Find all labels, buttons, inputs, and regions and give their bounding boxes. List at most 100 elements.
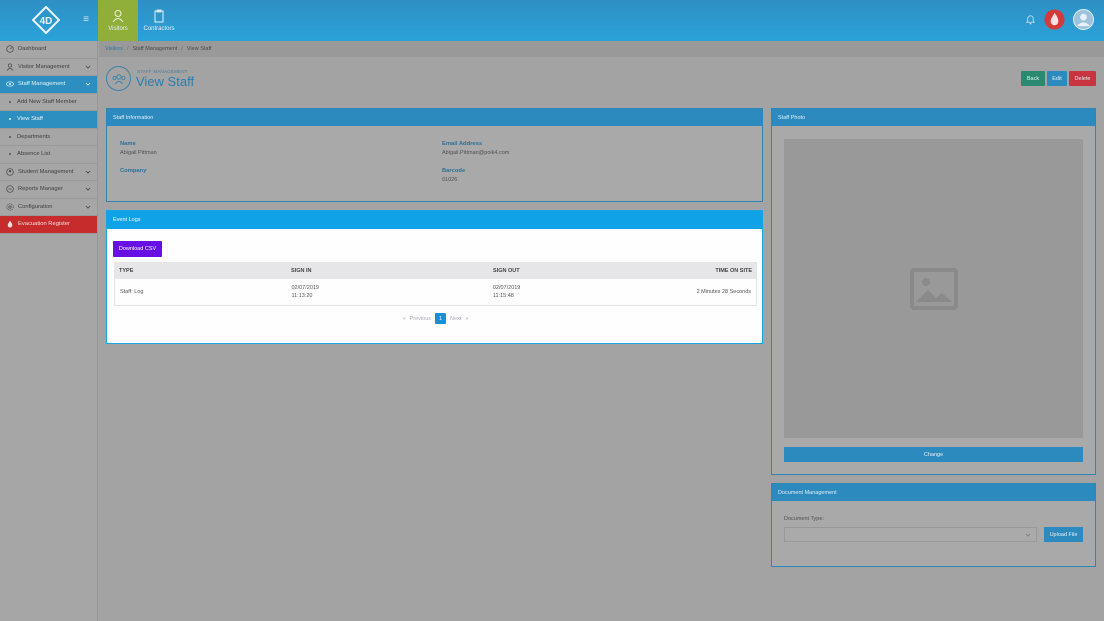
4d-logo[interactable]: 4D [32, 6, 60, 34]
panel-heading: Document Management [772, 484, 1095, 501]
sidebar-item-label: Dashboard [18, 46, 47, 53]
bullet [9, 118, 11, 121]
pagination-previous[interactable]: Previous [410, 316, 431, 322]
cell-sign-in: 02/07/2019 11:13:20 [286, 284, 487, 301]
pagination-next[interactable]: Next [450, 316, 461, 322]
cell-type: Staff: Log [120, 289, 144, 295]
sidebar-item-evacuation-register[interactable]: Evacuation Register [0, 216, 97, 234]
next-arrow-icon[interactable]: » [465, 316, 468, 322]
sidebar-item-reports-manager[interactable]: Reports Manager [0, 181, 97, 199]
sidebar-item-label: Student Management [18, 168, 74, 175]
cell-time-on-site: 2 Minutes 28 Seconds [696, 289, 752, 295]
sidebar-item-label: View Staff [17, 116, 43, 123]
prev-arrow-icon[interactable]: « [403, 316, 406, 322]
company-label: Company [120, 168, 147, 174]
table-row[interactable]: Staff: Log 02/07/2019 11:13:20 02/07/201… [114, 279, 757, 306]
edit-button[interactable]: Edit [1047, 71, 1067, 86]
sidebar-item-departments[interactable]: Departments [0, 129, 97, 146]
sidebar-item-label: Absence List [17, 151, 51, 158]
staff-photo-panel: Staff Photo Change [771, 108, 1096, 475]
pagination: « Previous 1 Next » [107, 313, 764, 324]
document-type-select[interactable] [784, 527, 1037, 542]
breadcrumb: Visitors / Staff Management / View Staff [99, 41, 1104, 57]
sidebar: Dashboard Visitor Management Staff Manag… [0, 41, 98, 621]
tab-contractors-label: Contractors [143, 26, 175, 32]
top-header: 4D ≡ Visitors Contractors [0, 0, 1104, 41]
tab-visitors-label: Visitors [108, 26, 128, 32]
sidebar-item-staff-management[interactable]: Staff Management [0, 76, 97, 94]
panel-heading: Staff Photo [772, 109, 1095, 126]
bullet [9, 100, 11, 103]
tab-contractors[interactable]: Contractors [139, 0, 179, 41]
sidebar-item-label: Add New Staff Member [17, 98, 77, 105]
sign-in-date: 02/07/2019 [291, 284, 319, 291]
name-value: Abigail Pittman [120, 150, 157, 156]
sidebar-item-visitor-management[interactable]: Visitor Management [0, 59, 97, 76]
document-type-label: Document Type: [784, 516, 824, 522]
breadcrumb-separator: / [181, 46, 183, 52]
table-header: TYPE SIGN IN SIGN OUT TIME ON SITE [114, 262, 757, 279]
upload-file-button[interactable]: Upload File [1044, 527, 1083, 542]
email-value: Abigail.Pittman@poik4.com [442, 150, 510, 156]
sidebar-item-label: Evacuation Register [18, 221, 70, 228]
email-label: Email Address [442, 141, 483, 147]
sign-out-date: 02/07/2019 [492, 284, 521, 291]
sidebar-item-configuration[interactable]: Configuration [0, 199, 97, 216]
change-photo-button[interactable]: Change [784, 447, 1083, 462]
breadcrumb-link-staff-management[interactable]: Staff Management [132, 46, 177, 52]
chevron-down-icon [85, 170, 91, 174]
sidebar-item-label: Configuration [18, 203, 53, 210]
flame-icon [7, 221, 13, 228]
staff-photo-placeholder [784, 139, 1083, 438]
column-header-sign-in[interactable]: SIGN IN [286, 268, 488, 274]
sidebar-item-label: Reports Manager [18, 186, 63, 193]
bullet [9, 153, 11, 156]
sign-in-time: 11:13:20 [291, 293, 313, 299]
chevron-down-icon [85, 65, 91, 69]
clipboard-icon [154, 9, 164, 23]
name-label: Name [120, 141, 136, 147]
fire-alert-icon[interactable] [1044, 9, 1065, 30]
image-placeholder-icon [909, 267, 958, 310]
cell-sign-out: 02/07/2019 11:15:48 [488, 284, 689, 301]
pagination-current-page[interactable]: 1 [435, 313, 447, 324]
panel-heading: Staff Information [107, 109, 762, 126]
event-logs-table: TYPE SIGN IN SIGN OUT TIME ON SITE Staff… [114, 262, 757, 306]
breadcrumb-current: View Staff [186, 46, 212, 52]
download-csv-button[interactable]: Download CSV [113, 241, 162, 257]
staff-group-icon [6, 81, 14, 87]
student-icon [6, 168, 14, 176]
breadcrumb-separator: / [126, 46, 129, 52]
sidebar-item-view-staff[interactable]: View Staff [0, 111, 97, 129]
sign-out-time: 11:15:48 [492, 293, 514, 299]
staff-group-icon [106, 66, 131, 91]
panel-heading: Event Logs [107, 211, 762, 229]
dashboard-icon [6, 45, 14, 53]
sidebar-item-add-staff[interactable]: Add New Staff Member [0, 94, 97, 111]
column-header-time-on-site[interactable]: TIME ON SITE [690, 268, 757, 274]
user-avatar-icon[interactable] [1073, 9, 1094, 30]
person-icon [6, 63, 14, 71]
barcode-value: 01026 [442, 177, 458, 183]
menu-toggle-icon[interactable]: ≡ [80, 14, 92, 26]
sidebar-item-dashboard[interactable]: Dashboard [0, 41, 97, 59]
barcode-label: Barcode [442, 168, 466, 174]
column-header-sign-out[interactable]: SIGN OUT [488, 268, 690, 274]
delete-button[interactable]: Delete [1069, 71, 1096, 86]
svg-text:4D: 4D [40, 16, 53, 27]
document-management-panel: Document Management Document Type: Uploa… [771, 483, 1096, 567]
column-header-type[interactable]: TYPE [114, 268, 286, 274]
sidebar-item-absence-list[interactable]: Absence List [0, 146, 97, 164]
reports-icon [6, 185, 14, 193]
sidebar-item-student-management[interactable]: Student Management [0, 164, 97, 181]
staff-information-panel: Staff Information Name Abigail Pittman E… [106, 108, 763, 202]
visitor-icon [112, 10, 124, 23]
bullet [9, 135, 11, 138]
chevron-down-icon [1025, 533, 1031, 537]
chevron-down-icon [85, 82, 91, 86]
tab-visitors[interactable]: Visitors [98, 0, 138, 41]
bell-icon[interactable] [1025, 14, 1036, 25]
sidebar-item-label: Departments [17, 133, 51, 140]
back-button[interactable]: Back [1021, 71, 1045, 86]
breadcrumb-link-visitors[interactable]: Visitors [105, 46, 123, 52]
